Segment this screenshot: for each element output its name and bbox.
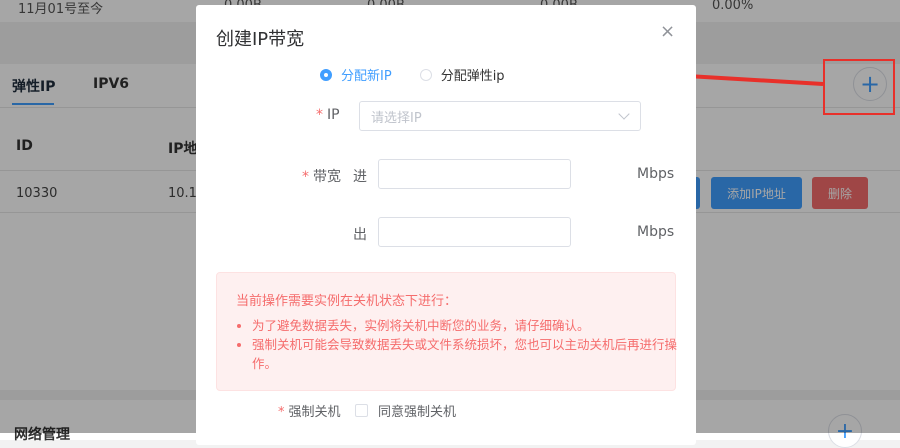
- alert-item: 为了避免数据丢失，实例将关机中断您的业务，请仔细确认。: [252, 316, 682, 335]
- radio-unchecked-icon: [419, 68, 432, 81]
- chevron-down-icon: [618, 108, 630, 120]
- radio-label: 分配新IP: [341, 69, 392, 84]
- outbound-label: 出: [353, 227, 367, 243]
- ip-select-placeholder: 请选择IP: [371, 110, 422, 126]
- shutdown-warning-alert: 当前操作需要实例在关机状态下进行： 为了避免数据丢失，实例将关机中断您的业务，请…: [216, 272, 677, 391]
- force-shutdown-label: * 强制关机: [278, 405, 341, 420]
- radio-checked-icon: [320, 68, 332, 81]
- radio-label: 分配弹性ip: [440, 69, 505, 84]
- force-shutdown-checkbox[interactable]: 同意强制关机: [355, 401, 456, 420]
- inbound-bandwidth-input[interactable]: [378, 159, 571, 189]
- ip-select[interactable]: 请选择IP: [359, 101, 641, 131]
- ip-field-label: * IP: [316, 107, 340, 123]
- inbound-unit: Mbps: [637, 166, 675, 182]
- radio-allocate-elastic-ip[interactable]: 分配弹性ip: [419, 65, 505, 84]
- create-ip-bandwidth-dialog: 创建IP带宽 × 分配新IP 分配弹性ip * IP 请选择IP * 带宽 进 Mb…: [196, 5, 696, 445]
- checkbox-label: 同意强制关机: [378, 405, 457, 420]
- outbound-unit: Mbps: [637, 224, 675, 240]
- checkbox-icon[interactable]: [355, 404, 368, 417]
- bandwidth-field-label: * 带宽: [302, 169, 341, 185]
- close-icon[interactable]: ×: [660, 21, 675, 42]
- outbound-bandwidth-input[interactable]: [378, 217, 571, 247]
- inbound-label: 进: [353, 169, 367, 185]
- alert-title: 当前操作需要实例在关机状态下进行：: [236, 294, 458, 309]
- radio-allocate-new-ip[interactable]: 分配新IP: [320, 65, 392, 84]
- alert-item: 强制关机可能会导致数据丢失或文件系统损坏，您也可以主动关机后再进行操作。: [252, 335, 682, 373]
- allocation-radio-group: 分配新IP 分配弹性ip: [320, 65, 505, 84]
- dialog-title: 创建IP带宽: [216, 29, 305, 50]
